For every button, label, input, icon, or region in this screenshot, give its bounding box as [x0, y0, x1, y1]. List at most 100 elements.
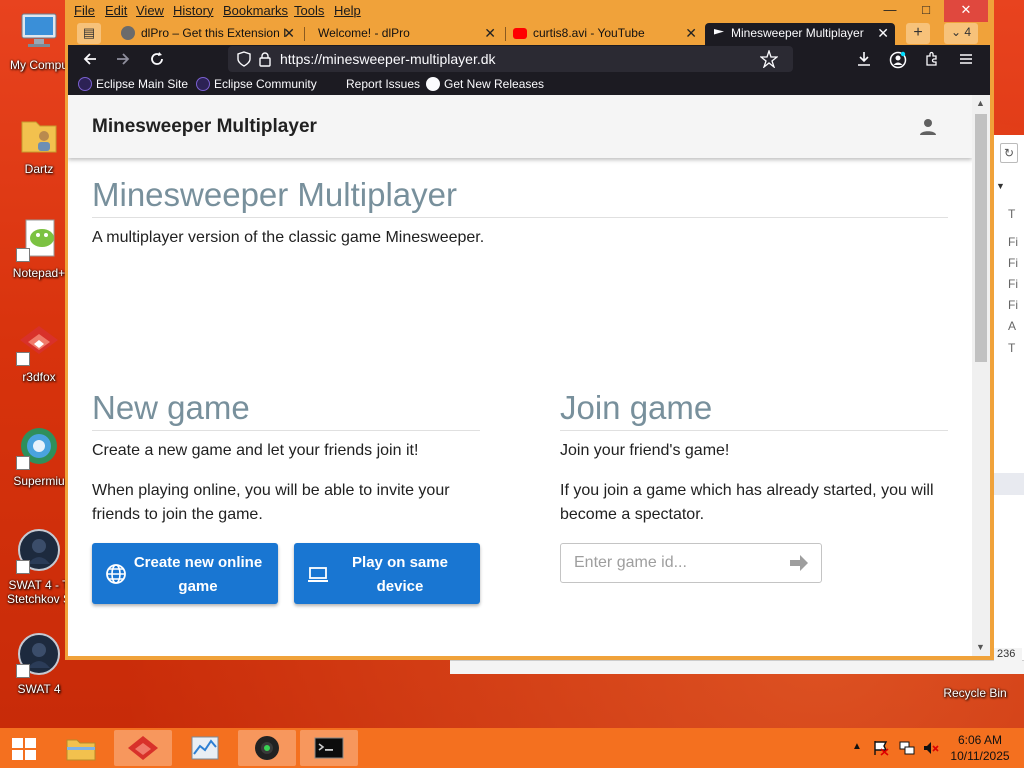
tab-close-icon[interactable]: ✕	[685, 23, 697, 43]
background-window-row: T	[1008, 207, 1016, 221]
shortcut-arrow-icon	[16, 352, 30, 366]
menu-file[interactable]: File	[74, 3, 95, 18]
background-window-selected-row	[994, 473, 1024, 495]
page-subtitle: A multiplayer version of the classic gam…	[92, 229, 485, 246]
tab-separator	[304, 27, 305, 41]
tab-close-icon[interactable]: ✕	[283, 23, 295, 43]
dropdown-caret-icon[interactable]: ▼	[996, 181, 1005, 191]
arrow-right-icon	[790, 555, 808, 571]
app-header: Minesweeper Multiplayer	[68, 95, 972, 158]
background-window-statusbar	[450, 660, 1024, 674]
network-icon[interactable]	[898, 739, 916, 768]
menu-edit[interactable]: Edit	[105, 3, 127, 18]
forward-button[interactable]	[109, 47, 137, 71]
play-same-device-label: Play on same device	[352, 554, 448, 595]
menu-bar: File Edit View History Bookmarks Tools H…	[68, 0, 990, 22]
bookmark-eclipse-main-site[interactable]: Eclipse Main Site	[78, 77, 188, 91]
list-all-tabs-button[interactable]: ⌄ 4	[944, 23, 978, 44]
reload-button[interactable]	[143, 47, 171, 71]
terminal-icon	[314, 737, 344, 759]
account-button[interactable]	[916, 115, 940, 139]
scrollbar-thumb[interactable]	[975, 114, 987, 362]
game-id-input[interactable]	[562, 545, 782, 581]
app-menu-button[interactable]	[952, 47, 980, 71]
join-game-heading: Join game	[560, 389, 713, 426]
scroll-down-icon[interactable]: ▼	[976, 642, 985, 652]
folder-user-icon	[16, 112, 62, 158]
url-text[interactable]: https://minesweeper-multiplayer.dk	[280, 51, 496, 67]
tab-count: 4	[964, 25, 972, 39]
forward-arrow-icon	[117, 53, 130, 65]
tab-welcome-dlpro[interactable]: Welcome! - dlPro ✕	[306, 23, 502, 45]
navigation-bar: https://minesweeper-multiplayer.dk	[68, 45, 990, 73]
taskbar: ▲ 6:06 AM 10/11/2025	[0, 728, 1024, 768]
system-clock[interactable]: 6:06 AM 10/11/2025	[944, 732, 1016, 764]
join-game-divider	[560, 430, 948, 431]
bookmark-get-new-releases[interactable]: Get New Releases	[426, 77, 544, 91]
play-same-device-button[interactable]: Play on same device	[294, 543, 480, 604]
menu-bookmarks[interactable]: Bookmarks	[223, 3, 288, 18]
header-title[interactable]: Minesweeper Multiplayer	[92, 116, 317, 138]
taskbar-file-explorer[interactable]	[52, 730, 110, 766]
hamburger-menu-icon	[960, 54, 972, 64]
downloads-button[interactable]	[850, 47, 878, 71]
github-icon	[426, 77, 440, 91]
taskbar-r3dfox[interactable]	[114, 730, 172, 766]
url-bar[interactable]: https://minesweeper-multiplayer.dk	[228, 46, 793, 72]
page-scrollbar[interactable]: ▲ ▼	[972, 95, 990, 656]
tray-overflow-icon[interactable]: ▲	[852, 741, 862, 768]
bookmark-report-issues[interactable]: Report Issues	[328, 77, 420, 91]
taskbar-terminal[interactable]	[300, 730, 358, 766]
background-window[interactable]: ↻ ▼ T Fi Fi Fi Fi A T	[993, 135, 1024, 671]
action-center-flag-icon[interactable]	[872, 739, 890, 768]
new-tab-button[interactable]: +	[906, 23, 930, 44]
new-game-heading: New game	[92, 389, 250, 426]
account-circle-icon	[889, 51, 907, 69]
tab-title: dlPro – Get this Extension I	[141, 26, 287, 40]
join-game-text: Join your friend's game!	[560, 442, 730, 459]
account-button[interactable]	[884, 47, 912, 71]
close-window-button[interactable]: ✕	[944, 0, 988, 22]
lock-icon	[259, 52, 271, 67]
bookmark-label: Get New Releases	[444, 77, 545, 91]
background-window-row: Fi	[1008, 235, 1018, 249]
tab-dlpro-extension[interactable]: dlPro – Get this Extension I ✕	[115, 23, 301, 45]
tab-title: curtis8.avi - YouTube	[533, 26, 645, 40]
maximize-button[interactable]: □	[908, 0, 944, 22]
tab-close-icon[interactable]: ✕	[877, 23, 889, 43]
globe-icon	[106, 564, 126, 584]
back-button[interactable]	[76, 47, 104, 71]
tab-youtube[interactable]: curtis8.avi - YouTube ✕	[507, 23, 703, 45]
create-online-game-button[interactable]: Create new online game	[92, 543, 278, 604]
join-game-button[interactable]	[787, 552, 811, 574]
new-game-divider	[92, 430, 480, 431]
bookmark-eclipse-community[interactable]: Eclipse Community	[196, 77, 317, 91]
menu-view[interactable]: View	[136, 3, 164, 18]
tab-title: Welcome! - dlPro	[318, 26, 410, 40]
taskbar-task-manager[interactable]	[176, 730, 234, 766]
background-window-row: A	[1008, 319, 1017, 333]
shortcut-arrow-icon	[16, 664, 30, 678]
menu-help[interactable]: Help	[334, 3, 361, 18]
computer-icon	[16, 8, 62, 54]
scroll-up-icon[interactable]: ▲	[976, 98, 985, 108]
refresh-icon[interactable]: ↻	[1000, 143, 1018, 163]
extensions-button[interactable]	[918, 47, 946, 71]
firefox-view-button[interactable]: ▤	[77, 23, 101, 44]
game-id-field	[560, 543, 822, 583]
menu-history[interactable]: History	[173, 3, 213, 18]
start-button[interactable]	[0, 728, 48, 768]
tab-minesweeper[interactable]: Minesweeper Multiplayer ✕	[705, 23, 895, 45]
taskbar-media-player[interactable]	[238, 730, 296, 766]
windows-logo-icon	[12, 738, 36, 760]
bookmark-label: Eclipse Community	[214, 77, 317, 91]
volume-muted-icon[interactable]	[922, 739, 940, 768]
tab-title: Minesweeper Multiplayer	[731, 26, 864, 40]
desktop-icon-label: Recycle Bin	[943, 686, 1007, 700]
tab-close-icon[interactable]: ✕	[484, 23, 496, 43]
menu-tools[interactable]: Tools	[294, 3, 324, 18]
minimize-button[interactable]: —	[872, 0, 908, 22]
clock-time: 6:06 AM	[957, 733, 1003, 747]
desktop-icon-label: SWAT 4	[17, 682, 61, 696]
task-manager-icon	[191, 736, 219, 760]
